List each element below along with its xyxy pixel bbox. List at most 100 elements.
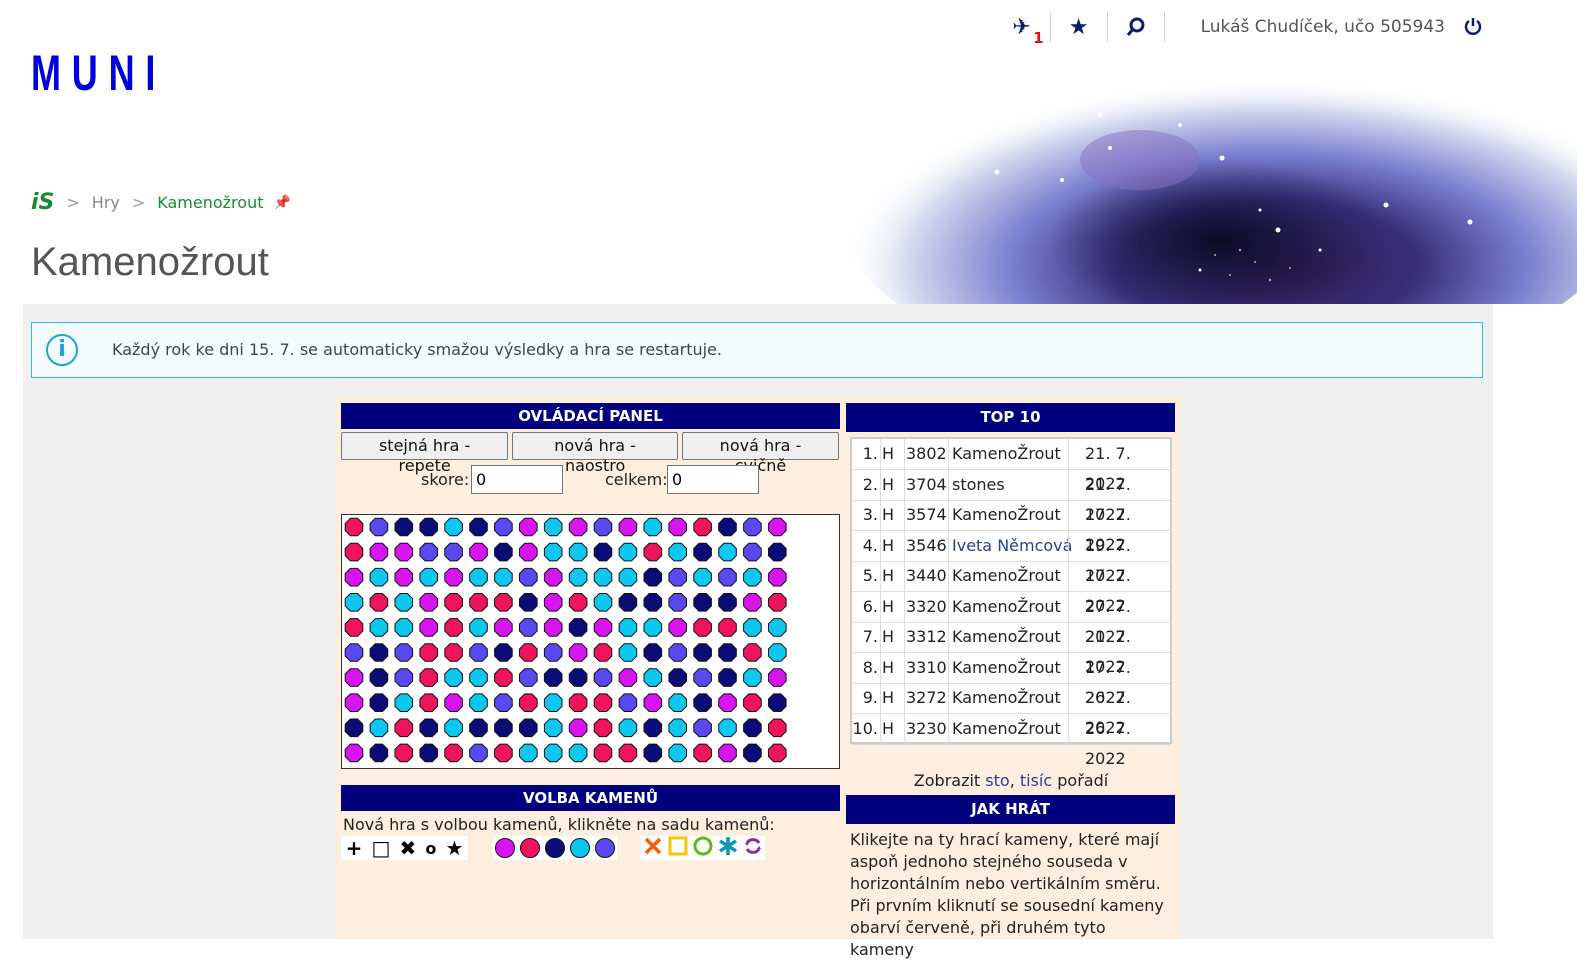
game-stone[interactable] (593, 718, 613, 738)
game-stone[interactable] (543, 643, 563, 662)
game-stone[interactable] (444, 517, 463, 537)
game-stone[interactable] (618, 593, 638, 612)
user-name[interactable]: Lukáš Chudíček, učo 505943 (1201, 17, 1445, 37)
game-stone[interactable] (469, 517, 488, 537)
game-stone[interactable] (568, 743, 588, 763)
game-stone[interactable] (469, 743, 488, 763)
game-stone[interactable] (444, 718, 463, 738)
game-stone[interactable] (568, 517, 588, 537)
new-game-live-button[interactable]: nová hra - naostro (512, 432, 679, 475)
game-stone[interactable] (743, 718, 762, 738)
game-stone[interactable] (469, 668, 488, 687)
game-stone[interactable] (568, 593, 588, 612)
game-stone[interactable] (494, 593, 513, 612)
game-stone[interactable] (419, 542, 438, 562)
game-stone[interactable] (419, 668, 438, 687)
game-stone[interactable] (419, 743, 438, 763)
game-stone[interactable] (643, 567, 663, 587)
game-stone[interactable] (768, 618, 787, 637)
plane-notification-icon[interactable]: ✈ 1 (1008, 13, 1043, 48)
game-stone[interactable] (369, 693, 389, 712)
game-stone[interactable] (444, 542, 463, 562)
game-stone[interactable] (469, 718, 488, 738)
game-stone[interactable] (668, 668, 687, 687)
stone-set-dots[interactable] (493, 836, 617, 860)
game-stone[interactable] (444, 643, 463, 662)
game-stone[interactable] (668, 693, 687, 712)
game-stone[interactable] (444, 668, 463, 687)
game-stone[interactable] (394, 668, 414, 687)
game-stone[interactable] (568, 542, 588, 562)
game-stone[interactable] (643, 743, 663, 763)
game-stone[interactable] (494, 668, 513, 687)
game-stone[interactable] (593, 668, 613, 687)
game-stone[interactable] (718, 693, 737, 712)
game-stone[interactable] (743, 643, 762, 662)
score-field[interactable] (471, 465, 563, 494)
game-stone[interactable] (768, 668, 787, 687)
game-stone[interactable] (668, 517, 687, 537)
game-stone[interactable] (618, 567, 638, 587)
game-stone[interactable] (593, 567, 613, 587)
game-stone[interactable] (618, 718, 638, 738)
game-stone[interactable] (394, 643, 414, 662)
game-stone[interactable] (743, 693, 762, 712)
game-stone[interactable] (543, 718, 563, 738)
game-stone[interactable] (668, 618, 687, 637)
game-stone[interactable] (718, 743, 737, 763)
game-stone[interactable] (419, 593, 438, 612)
game-stone[interactable] (743, 668, 762, 687)
game-stone[interactable] (618, 517, 638, 537)
game-stone[interactable] (394, 593, 414, 612)
power-icon[interactable] (1459, 13, 1487, 41)
game-stone[interactable] (519, 643, 538, 662)
game-stone[interactable] (519, 743, 538, 763)
game-stone[interactable] (693, 718, 712, 738)
game-stone[interactable] (618, 618, 638, 637)
game-stone[interactable] (743, 743, 762, 763)
game-stone[interactable] (419, 618, 438, 637)
game-stone[interactable] (593, 643, 613, 662)
game-stone[interactable] (369, 618, 389, 637)
breadcrumb-item-hry[interactable]: Hry (92, 193, 120, 212)
game-stone[interactable] (419, 517, 438, 537)
game-stone[interactable] (344, 593, 364, 612)
game-stone[interactable] (494, 618, 513, 637)
game-stone[interactable] (768, 643, 787, 662)
game-stone[interactable] (568, 643, 588, 662)
game-stone[interactable] (394, 693, 414, 712)
game-stone[interactable] (519, 517, 538, 537)
game-stone[interactable] (419, 567, 438, 587)
game-stone[interactable] (519, 693, 538, 712)
game-stone[interactable] (718, 618, 737, 637)
game-stone[interactable] (718, 643, 737, 662)
game-stone[interactable] (344, 718, 364, 738)
game-stone[interactable] (568, 693, 588, 712)
total-field[interactable] (667, 465, 759, 494)
game-stone[interactable] (444, 618, 463, 637)
game-stone[interactable] (519, 718, 538, 738)
game-stone[interactable] (643, 517, 663, 537)
game-stone[interactable] (743, 567, 762, 587)
repeat-game-button[interactable]: stejná hra - repete (341, 432, 509, 475)
game-stone[interactable] (344, 668, 364, 687)
star-icon[interactable]: ★ (1065, 13, 1093, 41)
game-stone[interactable] (593, 517, 613, 537)
game-stone[interactable] (519, 618, 538, 637)
game-stone[interactable] (693, 643, 712, 662)
game-stone[interactable] (369, 517, 389, 537)
game-stone[interactable] (494, 743, 513, 763)
game-stone[interactable] (369, 718, 389, 738)
game-stone[interactable] (568, 718, 588, 738)
is-logo-link[interactable]: iS (31, 190, 54, 215)
game-stone[interactable] (394, 718, 414, 738)
game-stone[interactable] (668, 542, 687, 562)
game-stone[interactable] (593, 693, 613, 712)
game-stone[interactable] (693, 593, 712, 612)
game-stone[interactable] (419, 693, 438, 712)
game-stone[interactable] (643, 643, 663, 662)
show-100-link[interactable]: sto (985, 771, 1009, 790)
game-stone[interactable] (668, 593, 687, 612)
game-stone[interactable] (369, 643, 389, 662)
game-stone[interactable] (394, 542, 414, 562)
